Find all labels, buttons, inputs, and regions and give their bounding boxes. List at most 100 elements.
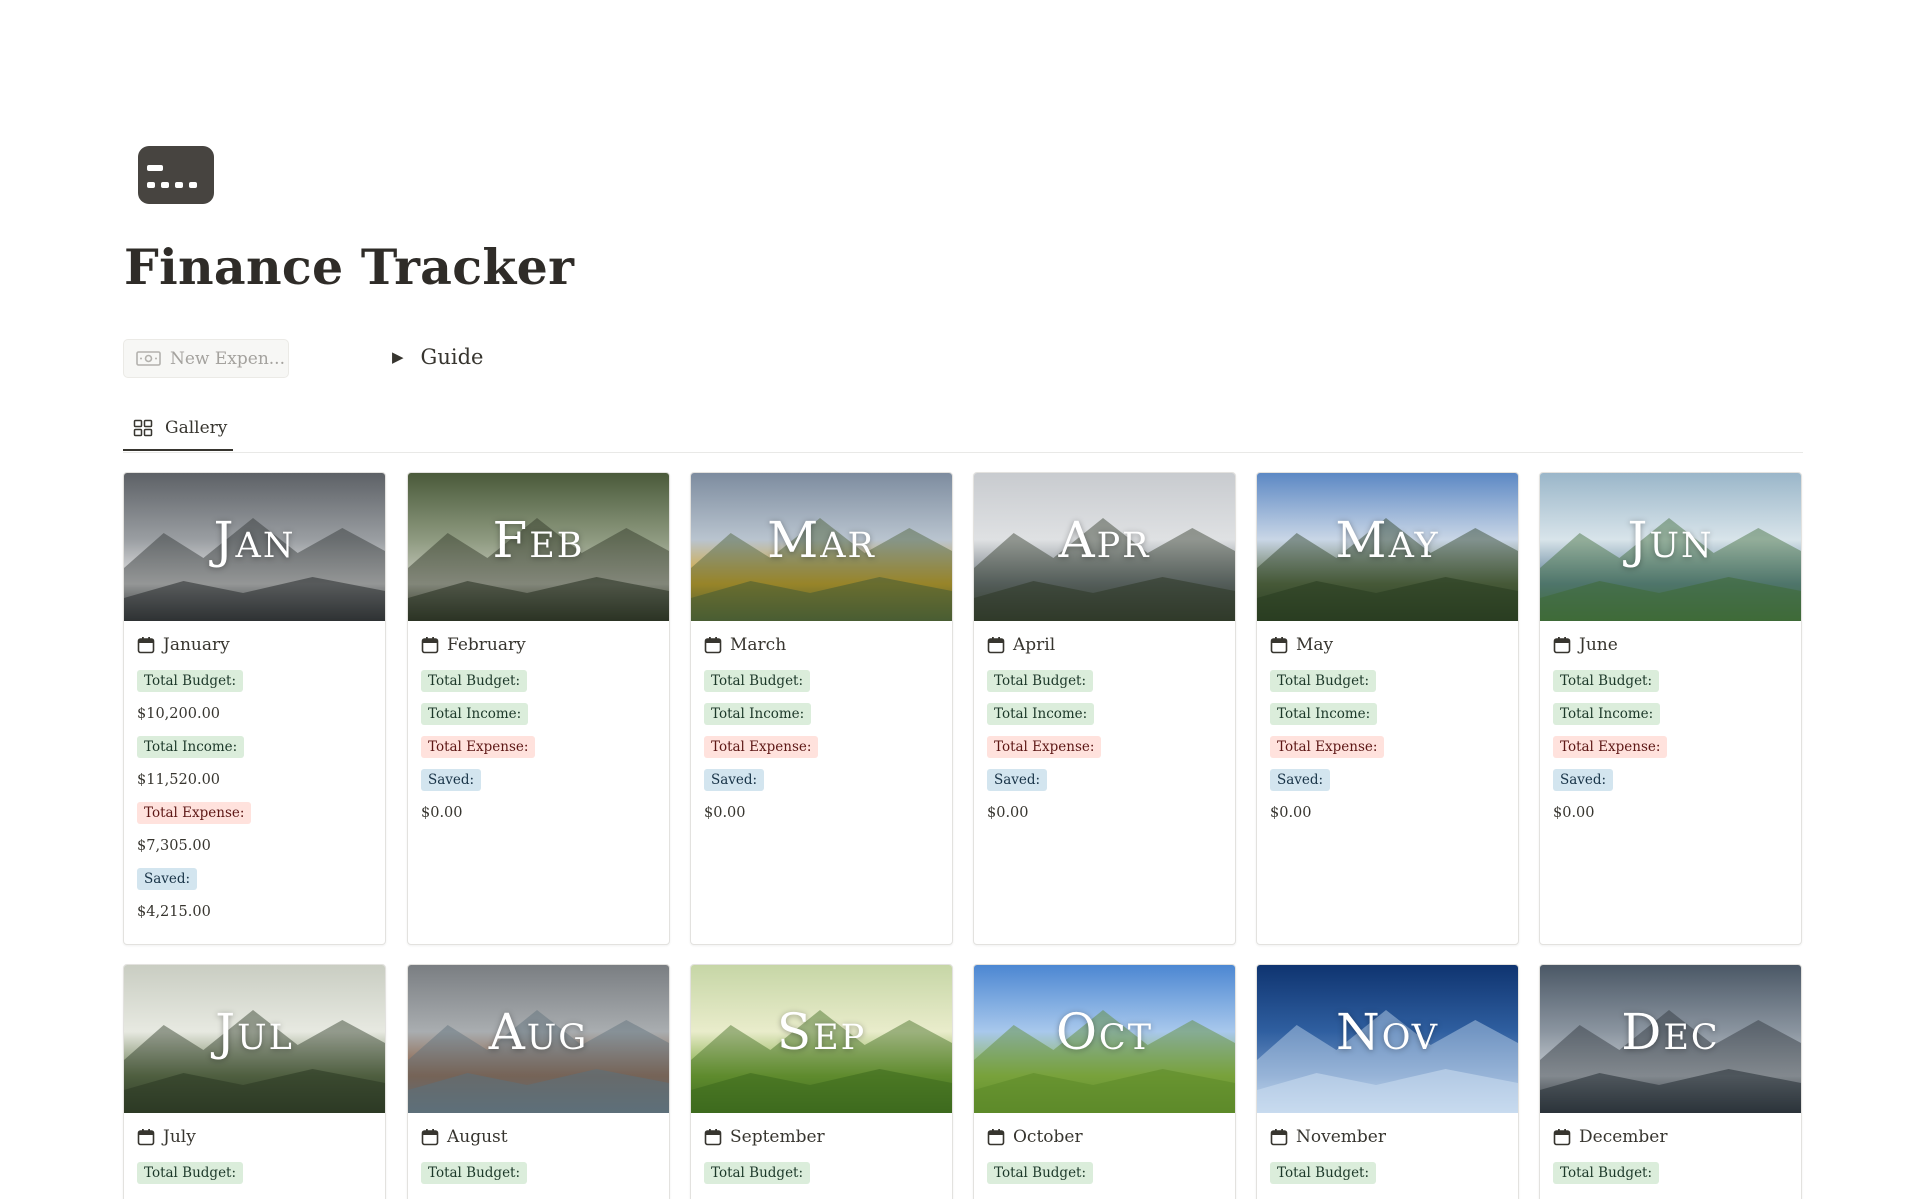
gallery-card-november[interactable]: Nov November Total Budget:: [1256, 964, 1519, 1199]
card-cover-image: Aug: [408, 965, 669, 1113]
cover-month-label: Sep: [776, 1003, 867, 1061]
card-title[interactable]: November: [1270, 1125, 1505, 1149]
card-cover-image: Nov: [1257, 965, 1518, 1113]
card-body: June Total Budget: Total Income: Total Expe…: [1540, 621, 1801, 829]
credit-card-icon[interactable]: [138, 146, 214, 204]
property-tag: Total Expense:: [421, 735, 536, 758]
card-month-name: December: [1579, 1127, 1668, 1147]
gallery-card-july[interactable]: Jul July Total Budget:: [123, 964, 386, 1199]
card-month-name: April: [1013, 635, 1056, 655]
property-tag: Total Expense:: [1270, 735, 1385, 758]
calendar-icon: [1270, 1129, 1288, 1146]
property-tag: Total Budget:: [137, 669, 244, 692]
page-title[interactable]: Finance Tracker: [124, 238, 574, 296]
card-property: Total Expense:: [987, 730, 1222, 763]
property-tag: Total Income:: [1553, 702, 1661, 725]
card-property: Total Budget:: [421, 664, 656, 697]
calendar-icon: [704, 1129, 722, 1146]
card-title[interactable]: May: [1270, 633, 1505, 657]
card-property: $0.00: [421, 796, 656, 829]
card-property: $4,215.00: [137, 895, 372, 928]
card-body: August Total Budget:: [408, 1113, 669, 1189]
property-value: $7,305.00: [137, 837, 211, 854]
card-property: Total Expense:: [1270, 730, 1505, 763]
card-property: $0.00: [987, 796, 1222, 829]
card-month-name: January: [163, 635, 230, 655]
gallery-card-april[interactable]: Apr April Total Budget: Total Income: Total …: [973, 472, 1236, 945]
card-cover-image: Jul: [124, 965, 385, 1113]
calendar-icon: [421, 637, 439, 654]
card-title[interactable]: January: [137, 633, 372, 657]
card-title[interactable]: March: [704, 633, 939, 657]
property-value: $0.00: [987, 804, 1029, 821]
card-property: Saved:: [137, 862, 372, 895]
card-property: Total Income:: [1270, 697, 1505, 730]
card-cover-image: Mar: [691, 473, 952, 621]
card-title[interactable]: October: [987, 1125, 1222, 1149]
card-property: Total Expense:: [704, 730, 939, 763]
property-tag: Total Budget:: [1553, 669, 1660, 692]
property-tag: Total Budget:: [1270, 669, 1377, 692]
card-month-name: July: [163, 1127, 196, 1147]
gallery-card-february[interactable]: Feb February Total Budget: Total Income: Tot…: [407, 472, 670, 945]
property-tag: Total Budget:: [421, 1161, 528, 1184]
view-tabs: Gallery: [123, 406, 1803, 453]
card-cover-image: Jun: [1540, 473, 1801, 621]
gallery-card-december[interactable]: Dec December Total Budget:: [1539, 964, 1802, 1199]
card-month-name: August: [447, 1127, 508, 1147]
card-title[interactable]: February: [421, 633, 656, 657]
cover-month-label: Feb: [492, 511, 585, 569]
tab-gallery-label: Gallery: [165, 417, 228, 438]
property-tag: Total Expense:: [137, 801, 252, 824]
calendar-icon: [1553, 637, 1571, 654]
card-title[interactable]: September: [704, 1125, 939, 1149]
card-cover-image: Jan: [124, 473, 385, 621]
gallery-card-august[interactable]: Aug August Total Budget:: [407, 964, 670, 1199]
gallery-card-october[interactable]: Oct October Total Budget:: [973, 964, 1236, 1199]
property-tag: Total Income:: [1270, 702, 1378, 725]
card-property: Total Budget:: [1270, 664, 1505, 697]
card-property: $11,520.00: [137, 763, 372, 796]
gallery-card-june[interactable]: Jun June Total Budget: Total Income: Total E…: [1539, 472, 1802, 945]
gallery-grid-icon: [133, 419, 153, 436]
property-tag: Saved:: [137, 867, 198, 890]
card-title[interactable]: April: [987, 633, 1222, 657]
property-value: $10,200.00: [137, 705, 221, 722]
page: Finance Tracker New Expen... ▶ Guide Gal…: [0, 0, 1920, 1199]
calendar-icon: [137, 637, 155, 654]
card-property: Total Expense:: [421, 730, 656, 763]
new-expense-label: New Expen...: [170, 348, 285, 369]
guide-toggle[interactable]: ▶ Guide: [392, 340, 483, 374]
card-property: Total Budget:: [137, 1156, 372, 1189]
card-body: April Total Budget: Total Income: Total Exp…: [974, 621, 1235, 829]
card-property: Total Budget:: [1553, 664, 1788, 697]
property-tag: Total Income:: [137, 735, 245, 758]
card-property: Total Expense:: [1553, 730, 1788, 763]
property-tag: Total Income:: [704, 702, 812, 725]
gallery-card-march[interactable]: Mar March Total Budget: Total Income: Total …: [690, 472, 953, 945]
gallery-card-may[interactable]: May May Total Budget: Total Income: Total Ex…: [1256, 472, 1519, 945]
gallery-card-january[interactable]: Jan January Total Budget: $10,200.00 Total I…: [123, 472, 386, 945]
card-property: Total Income:: [704, 697, 939, 730]
card-body: May Total Budget: Total Income: Total Expen…: [1257, 621, 1518, 829]
cover-month-label: Mar: [767, 511, 876, 569]
card-title[interactable]: August: [421, 1125, 656, 1149]
triangle-right-icon[interactable]: ▶: [392, 348, 404, 366]
card-month-name: September: [730, 1127, 825, 1147]
card-body: January Total Budget: $10,200.00 Total Inco…: [124, 621, 385, 928]
card-cover-image: Dec: [1540, 965, 1801, 1113]
property-tag: Total Budget:: [704, 1161, 811, 1184]
card-title[interactable]: July: [137, 1125, 372, 1149]
card-property: Total Income:: [1553, 697, 1788, 730]
new-expense-button[interactable]: New Expen...: [123, 339, 289, 378]
card-title[interactable]: June: [1553, 633, 1788, 657]
property-tag: Total Budget:: [1270, 1161, 1377, 1184]
card-title[interactable]: December: [1553, 1125, 1788, 1149]
card-body: July Total Budget:: [124, 1113, 385, 1189]
tab-gallery[interactable]: Gallery: [123, 406, 233, 451]
property-tag: Saved:: [421, 768, 482, 791]
card-property: $0.00: [1270, 796, 1505, 829]
property-tag: Total Budget:: [1553, 1161, 1660, 1184]
gallery-card-september[interactable]: Sep September Total Budget:: [690, 964, 953, 1199]
property-tag: Total Income:: [987, 702, 1095, 725]
